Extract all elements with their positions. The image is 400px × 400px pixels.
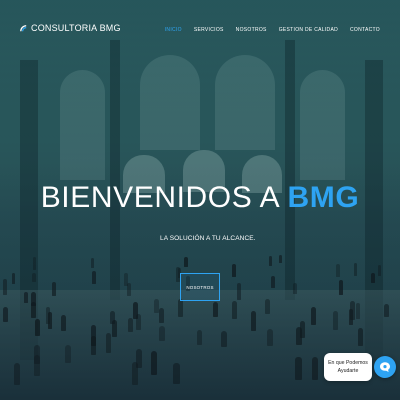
crowd-person [354,262,358,277]
brand-name: CONSULTORIA BMG [31,23,121,33]
crowd-person [23,291,29,303]
brand-logo[interactable]: CONSULTORIA BMG [19,23,121,33]
crowd-person [232,301,237,320]
crowd-person [268,256,273,267]
crowd-person [279,254,283,264]
nav-item-servicios[interactable]: SERVICIOS [194,27,224,33]
crowd-person [65,344,71,363]
chat-prompt-line2: Ayudarte [337,368,359,374]
crowd-person [126,283,131,296]
chat-icon [380,362,390,372]
crowd-person [348,309,354,326]
crowd-person [110,310,116,325]
station-pillar [285,40,295,300]
crowd-person [127,317,133,333]
crowd-person [90,258,95,269]
crowd-person [3,306,9,323]
crowd-person [91,270,96,284]
crowd-person [310,307,316,325]
crowd-person [221,330,227,348]
crowd-person [32,256,36,271]
nav-item-contacto[interactable]: CONTACTO [350,27,380,33]
crowd-person [196,329,203,346]
crowd-person [11,273,16,285]
crowd-person [312,357,319,380]
crowd-person [213,302,218,318]
signal-arc-icon [20,24,27,31]
crowd-person [2,278,7,295]
crowd-person [358,327,364,347]
crowd-person [370,273,375,283]
crowd-person [13,362,21,385]
crowd-person [47,312,53,329]
chat-button[interactable] [374,356,396,378]
headline-prefix: BIENVENIDOS A [40,181,288,214]
crowd-person [173,363,180,385]
hero-headline: BIENVENIDOS A BMG [0,181,400,215]
crowd-person [339,280,344,296]
crowd-person [333,311,338,330]
crowd-person [159,325,165,342]
hero-subtitle: LA SOLUCIÓN A TU ALCANCE. [160,235,256,242]
main-nav: INICIO SERVICIOS NOSOTROS GESTION DE CAL… [165,27,380,33]
crowd-person [151,351,158,376]
crowd-person [35,319,41,337]
crowd-person [377,264,381,276]
crowd-person [384,304,389,318]
crowd-person [60,315,66,332]
crowd-person [336,263,340,277]
crowd-person [154,299,159,313]
crowd-person [250,311,256,331]
navbar: CONSULTORIA BMG INICIO SERVICIOS NOSOTRO… [0,0,400,60]
crowd-person [34,344,40,365]
station-pillar [110,40,120,300]
crowd-person [296,327,302,345]
nosotros-button[interactable]: NOSOTROS [180,273,220,301]
nav-item-gestion-de-calidad[interactable]: GESTION DE CALIDAD [279,27,338,33]
station-arch [140,55,200,150]
crowd-person [136,314,142,330]
crowd-person [32,272,36,282]
nav-item-nosotros[interactable]: NOSOTROS [236,27,267,33]
crowd-person [31,292,36,306]
crowd-person [90,336,97,356]
crowd-person [158,308,164,324]
crowd-person [131,362,139,385]
chat-prompt-line1: En que Podemos [328,360,368,366]
crowd-person [236,283,241,300]
crowd-person [184,256,188,267]
nav-item-inicio[interactable]: INICIO [165,27,182,33]
crowd-person [105,333,112,354]
headline-accent: BMG [287,181,360,214]
station-arch [300,70,345,180]
crowd-person [178,299,183,318]
station-arch [215,55,275,150]
crowd-person [270,275,275,288]
crowd-person [355,303,361,320]
crowd-person [232,264,236,278]
crowd-person [265,298,270,315]
crowd-person [295,356,302,381]
chat-prompt-bubble[interactable]: En que Podemos Ayudarte [324,353,372,381]
crowd-person [293,282,298,295]
station-arch [60,70,105,180]
crowd-person [52,281,57,296]
crowd-person [267,329,273,346]
